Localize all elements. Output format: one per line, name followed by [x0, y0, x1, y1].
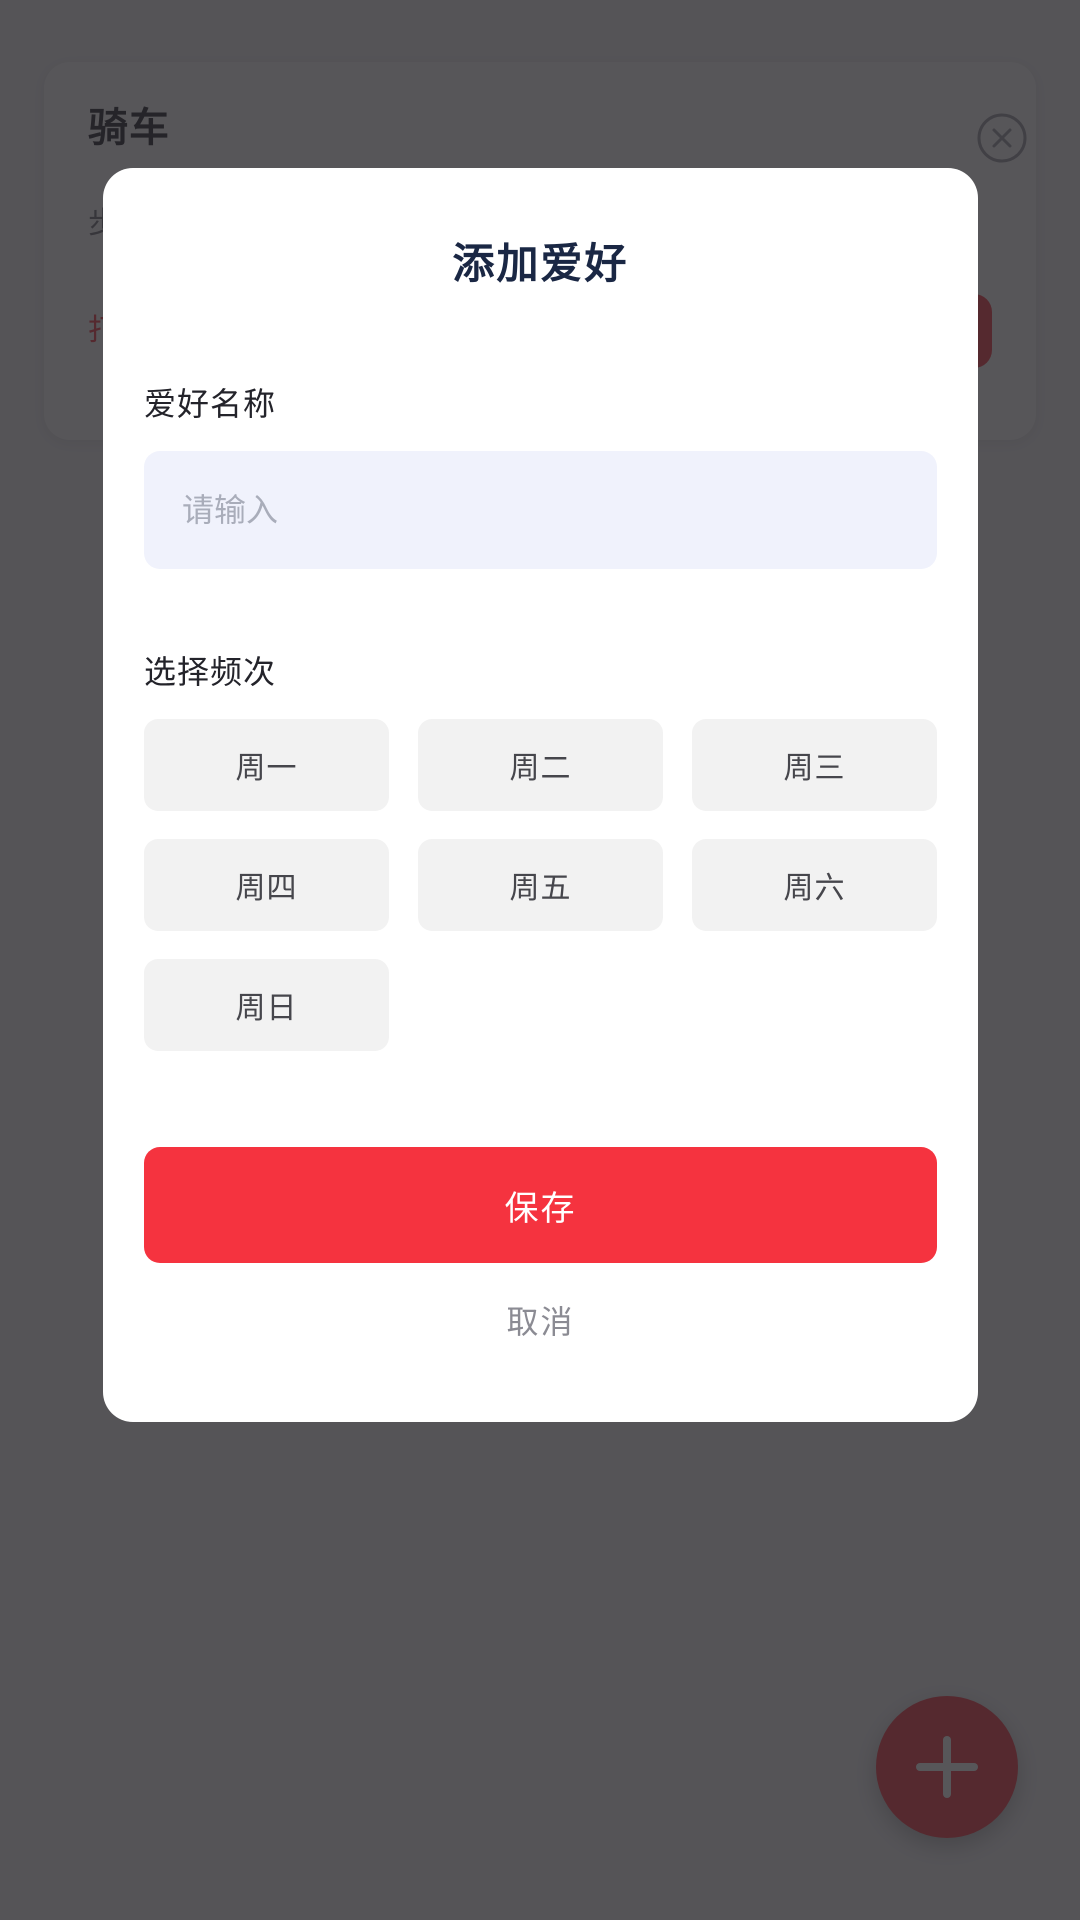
frequency-chip-group: 周一 周二 周三周四 周五 周六周日 — [144, 719, 937, 1051]
frequency-chip[interactable]: 周四 — [144, 839, 389, 931]
hobby-name-label: 爱好名称 — [144, 386, 277, 422]
frequency-chip[interactable]: 周五 — [418, 839, 663, 931]
add-hobby-dialog: 添加爱好 爱好名称 选择频次 周一周二周三周四周五周六周日 保存 取消 — [103, 168, 978, 1422]
app-root: 骑车 步行 · 每周三次 打卡记录 打卡 添加爱好 爱好名称 选择频次 周一周二… — [0, 0, 1080, 1920]
dialog-title: 添加爱好 — [452, 240, 629, 287]
frequency-chip[interactable]: 周一 — [144, 719, 389, 811]
frequency-chip[interactable]: 周三 — [692, 719, 937, 811]
frequency-label: 选择频次 — [144, 654, 277, 690]
frequency-chip[interactable]: 周日 — [144, 959, 389, 1051]
cancel-button[interactable]: 取消 — [144, 1297, 937, 1343]
hobby-name-input[interactable] — [144, 451, 937, 569]
save-button[interactable]: 保存 — [144, 1147, 937, 1263]
frequency-chip[interactable]: 周六 — [692, 839, 937, 931]
frequency-chip[interactable]: 周二 — [418, 719, 663, 811]
